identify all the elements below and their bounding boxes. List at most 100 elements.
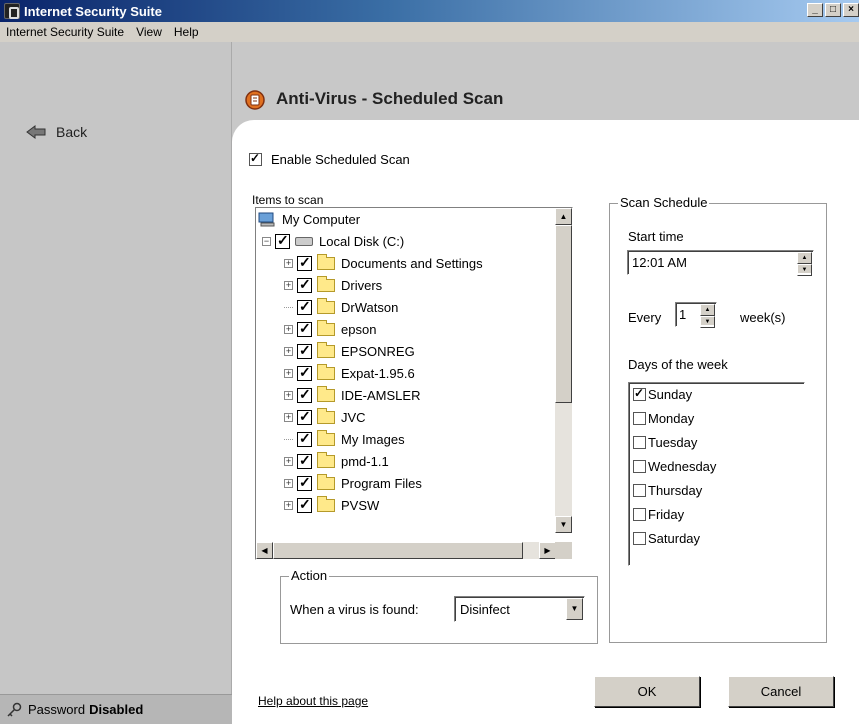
virus-action-dropdown[interactable]: Disinfect ▼ xyxy=(454,596,585,622)
tree-vertical-scrollbar[interactable]: ▲ ▼ xyxy=(555,208,572,533)
tree-node-folder[interactable]: + Expat-1.95.6 xyxy=(284,362,415,384)
expand-icon[interactable]: + xyxy=(284,280,293,290)
expand-icon[interactable]: + xyxy=(284,368,293,378)
tree-checkbox[interactable] xyxy=(297,254,312,271)
tree-node-folder[interactable]: DrWatson xyxy=(284,296,398,318)
scroll-corner xyxy=(555,542,572,559)
day-item[interactable]: Sunday xyxy=(633,386,692,402)
tree-checkbox[interactable] xyxy=(297,474,312,491)
back-button[interactable]: Back xyxy=(26,124,87,140)
chevron-down-icon[interactable]: ▼ xyxy=(566,598,583,620)
tree-horizontal-scrollbar[interactable]: ◀ ▶ xyxy=(256,542,556,559)
tree-checkbox[interactable] xyxy=(297,496,312,513)
tree-checkbox[interactable] xyxy=(297,386,312,403)
folder-icon xyxy=(317,451,335,468)
tree-disk-label: Local Disk (C:) xyxy=(319,233,405,249)
spin-down-icon[interactable]: ▼ xyxy=(700,316,715,328)
start-time-field[interactable]: 12:01 AM ▲ ▼ xyxy=(627,250,814,276)
day-checkbox[interactable] xyxy=(633,386,646,401)
expand-icon[interactable]: + xyxy=(284,324,293,334)
enable-scheduled-scan[interactable]: Enable Scheduled Scan xyxy=(249,151,410,167)
tree-checkbox[interactable] xyxy=(297,430,312,447)
expand-icon[interactable]: + xyxy=(284,478,293,488)
minimize-button[interactable]: _ xyxy=(807,3,823,17)
tree-node-folder[interactable]: My Images xyxy=(284,428,405,450)
day-item[interactable]: Friday xyxy=(633,507,684,522)
menu-item-internet-security-suite[interactable]: Internet Security Suite xyxy=(0,25,130,39)
folder-icon xyxy=(317,319,335,336)
scroll-thumb-horizontal[interactable] xyxy=(273,542,523,559)
spin-up-icon[interactable]: ▲ xyxy=(700,304,715,316)
spin-down-icon[interactable]: ▼ xyxy=(797,264,812,276)
tree-checkbox[interactable] xyxy=(297,408,312,425)
day-checkbox[interactable] xyxy=(633,532,646,545)
scroll-right-icon[interactable]: ▶ xyxy=(539,542,556,559)
tree-checkbox[interactable] xyxy=(297,342,312,359)
tree-node-folder[interactable]: + IDE-AMSLER xyxy=(284,384,420,406)
folder-icon xyxy=(317,275,335,292)
day-checkbox[interactable] xyxy=(633,484,646,497)
tree-node-folder[interactable]: + Drivers xyxy=(284,274,382,296)
help-link[interactable]: Help about this page xyxy=(258,694,368,708)
tree-checkbox[interactable] xyxy=(275,232,290,249)
day-item[interactable]: Wednesday xyxy=(633,459,716,474)
tree-node-local-disk[interactable]: − Local Disk (C:) xyxy=(262,230,404,252)
expand-icon[interactable]: + xyxy=(284,258,293,268)
day-checkbox[interactable] xyxy=(633,412,646,425)
maximize-button[interactable]: □ xyxy=(825,3,841,17)
scroll-thumb[interactable] xyxy=(555,225,572,403)
scroll-left-icon[interactable]: ◀ xyxy=(256,542,273,559)
tree-node-folder[interactable]: + EPSONREG xyxy=(284,340,415,362)
day-item[interactable]: Monday xyxy=(633,411,694,426)
day-label: Tuesday xyxy=(648,435,698,450)
days-of-week-list[interactable]: Sunday Monday Tuesday Wednesday Thursday Frid… xyxy=(628,382,805,566)
every-label: Every xyxy=(628,310,662,325)
tree-node-folder[interactable]: + JVC xyxy=(284,406,366,428)
expand-icon[interactable]: + xyxy=(284,346,293,356)
tree-node-my-computer[interactable]: My Computer xyxy=(258,208,360,230)
day-checkbox[interactable] xyxy=(633,460,646,473)
tree-checkbox[interactable] xyxy=(297,276,312,293)
collapse-icon[interactable]: − xyxy=(262,236,271,246)
folder-icon xyxy=(317,253,335,270)
close-button[interactable]: × xyxy=(843,3,859,17)
cancel-button[interactable]: Cancel xyxy=(728,676,834,707)
tree-node-folder[interactable]: + PVSW xyxy=(284,494,379,516)
tree-checkbox[interactable] xyxy=(297,364,312,381)
day-item[interactable]: Tuesday xyxy=(633,435,697,450)
tree-checkbox[interactable] xyxy=(297,452,312,469)
enable-scan-checkbox[interactable] xyxy=(249,151,262,166)
menu-item-view[interactable]: View xyxy=(130,25,168,39)
spin-up-icon[interactable]: ▲ xyxy=(797,252,812,264)
scroll-up-icon[interactable]: ▲ xyxy=(555,208,572,225)
day-item[interactable]: Saturday xyxy=(633,531,700,546)
expand-icon[interactable]: + xyxy=(284,456,293,466)
computer-icon xyxy=(258,212,275,226)
day-checkbox[interactable] xyxy=(633,508,646,521)
password-status[interactable]: Password Disabled xyxy=(0,694,232,724)
expand-icon[interactable]: + xyxy=(284,412,293,422)
tree-checkbox[interactable] xyxy=(297,298,312,315)
day-checkbox[interactable] xyxy=(633,436,646,449)
folder-label: PVSW xyxy=(341,497,380,513)
folder-label: My Images xyxy=(341,431,405,447)
tree-node-folder[interactable]: + Documents and Settings xyxy=(284,252,483,274)
menu-item-help[interactable]: Help xyxy=(168,25,205,39)
scroll-down-icon[interactable]: ▼ xyxy=(555,516,572,533)
tree-node-folder[interactable]: + Program Files xyxy=(284,472,422,494)
expand-icon[interactable]: + xyxy=(284,390,293,400)
day-item[interactable]: Thursday xyxy=(633,483,702,498)
start-time-spinner[interactable]: ▲ ▼ xyxy=(797,252,812,276)
app-icon xyxy=(4,3,20,19)
tree-node-folder[interactable]: + epson xyxy=(284,318,376,340)
tree-checkbox[interactable] xyxy=(297,320,312,337)
every-weeks-field[interactable]: 1 ▲ ▼ xyxy=(675,302,717,328)
folder-label: pmd-1.1 xyxy=(341,453,389,469)
folder-label: EPSONREG xyxy=(341,343,415,359)
action-legend: Action xyxy=(289,568,330,583)
expand-icon[interactable]: + xyxy=(284,500,293,510)
ok-button[interactable]: OK xyxy=(594,676,700,707)
every-spinner[interactable]: ▲ ▼ xyxy=(700,304,715,328)
items-tree[interactable]: My Computer − Local Disk (C:) + Documents… xyxy=(255,207,573,560)
tree-node-folder[interactable]: + pmd-1.1 xyxy=(284,450,389,472)
